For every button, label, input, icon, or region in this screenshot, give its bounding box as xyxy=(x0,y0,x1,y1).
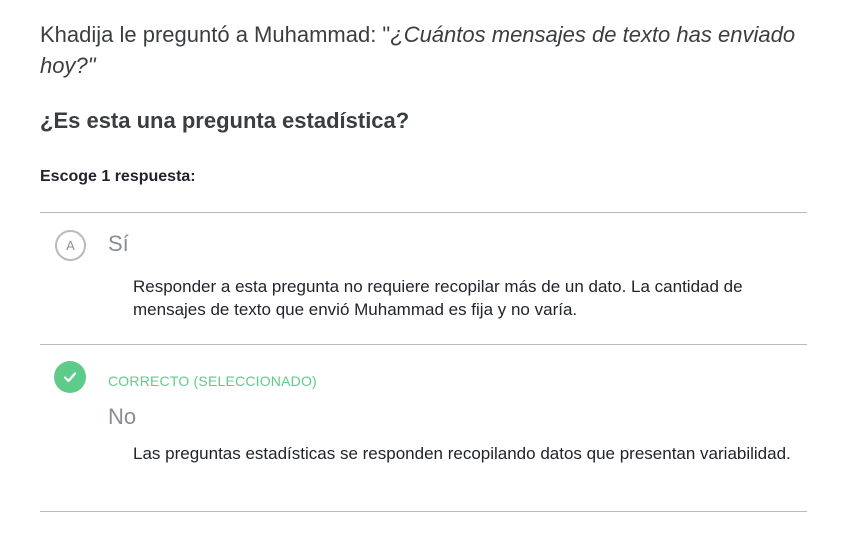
divider-bottom xyxy=(40,511,807,512)
divider-middle xyxy=(40,344,807,345)
choice-b-label[interactable]: No xyxy=(108,404,136,430)
question-text: Khadija le preguntó a Muhammad: "¿Cuánto… xyxy=(40,19,830,81)
checkmark-icon xyxy=(54,361,86,393)
choice-a-rationale: Responder a esta pregunta no requiere re… xyxy=(133,277,743,319)
choice-b-status: CORRECTO (SELECCIONADO) xyxy=(108,373,317,389)
choice-a-letter-badge[interactable]: A xyxy=(55,230,86,261)
choice-b-rationale: Las preguntas estadísticas se responden … xyxy=(133,444,791,463)
question-prompt: ¿Es esta una pregunta estadística? xyxy=(40,108,410,133)
question-prefix: Khadija le preguntó a Muhammad: " xyxy=(40,22,391,47)
divider-top xyxy=(40,212,807,213)
choice-a-label[interactable]: Sí xyxy=(108,231,129,257)
question-suffix: " xyxy=(87,53,96,78)
answer-instruction: Escoge 1 respuesta: xyxy=(40,168,196,185)
